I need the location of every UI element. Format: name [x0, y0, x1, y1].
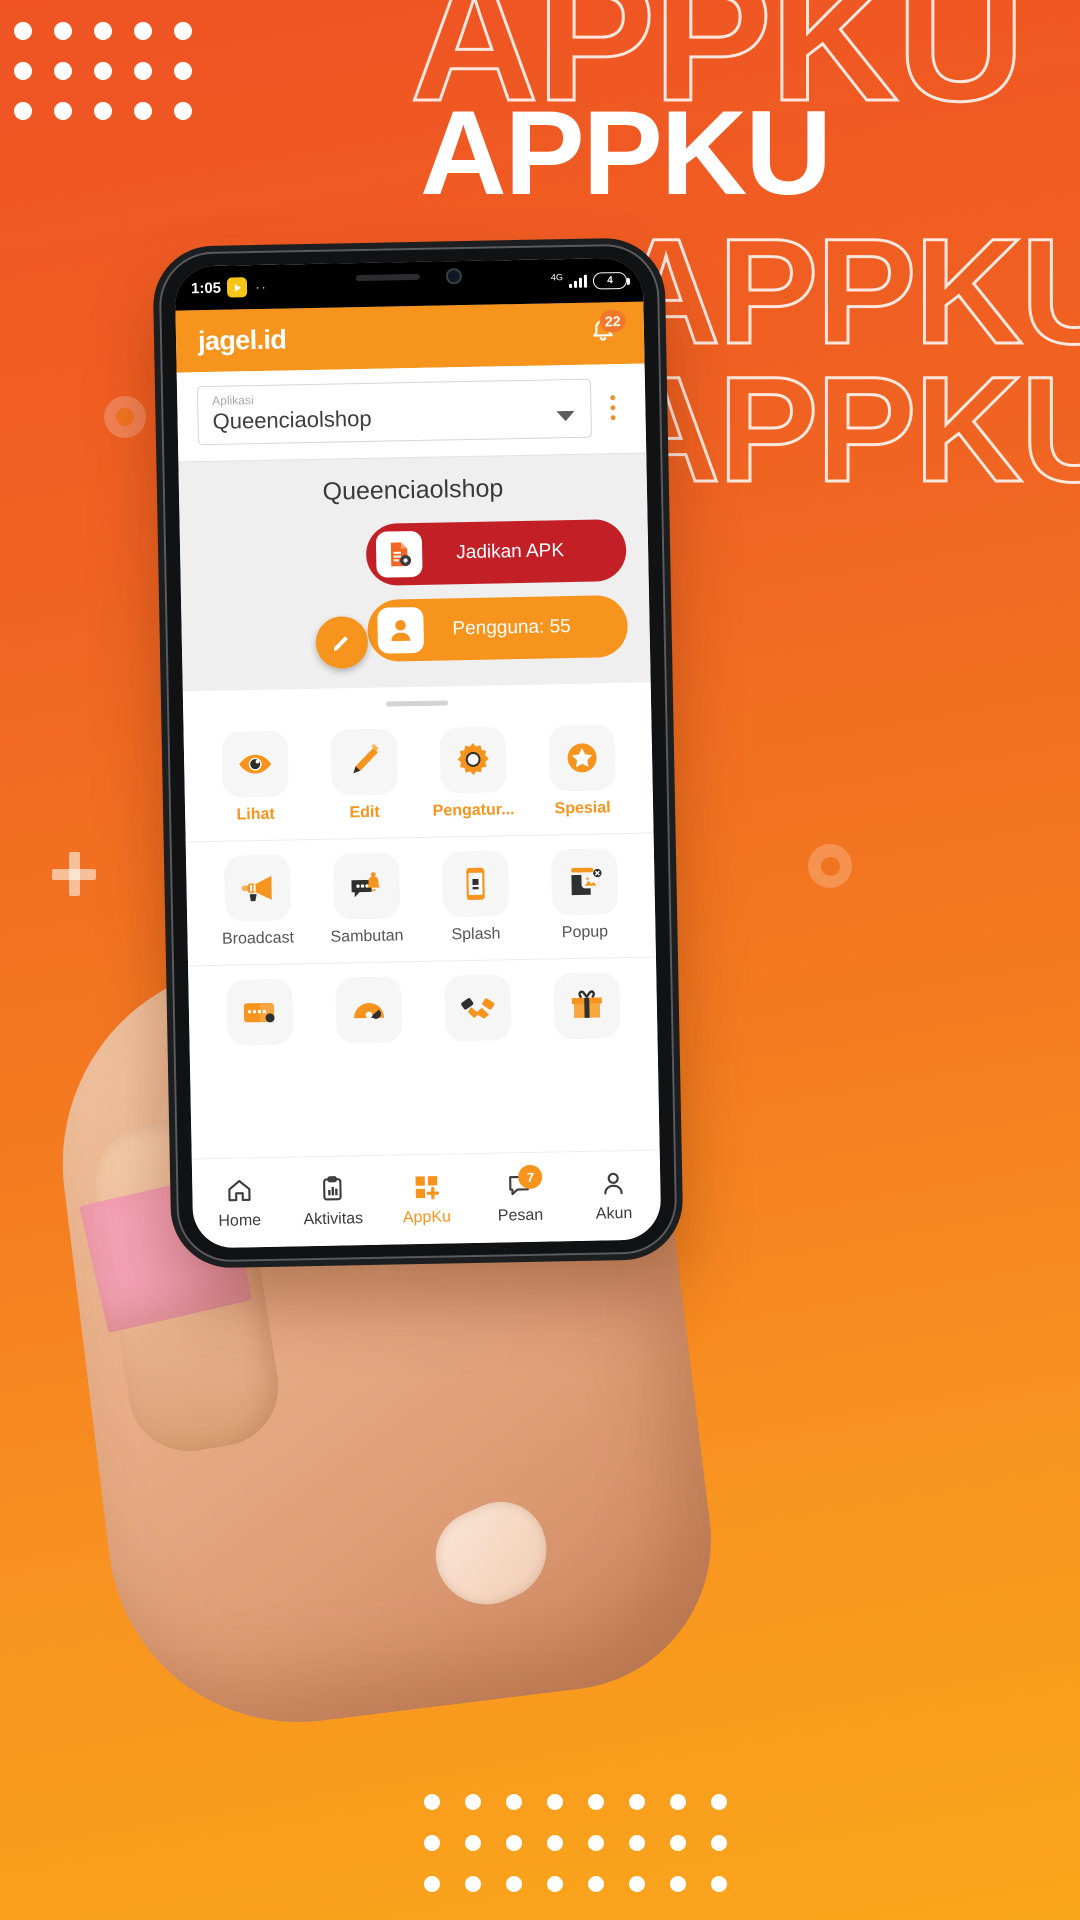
- notification-button[interactable]: 22: [588, 309, 626, 351]
- edit-thumbnail-button[interactable]: [315, 615, 369, 669]
- menu-row-2: Broadcast Sambutan Splash Popup: [185, 832, 656, 966]
- menu-item-splash[interactable]: Splash: [420, 850, 531, 945]
- nav-label: Pesan: [497, 1206, 544, 1225]
- menu-label: Sambutan: [330, 927, 404, 946]
- gift-icon: [552, 972, 621, 1040]
- app-actions: Jadikan APK Pengguna: 55: [365, 518, 629, 662]
- signal-bars-icon: [569, 274, 588, 289]
- app-card-body: Jadikan APK Pengguna: 55: [202, 518, 629, 669]
- menu-item-handshake[interactable]: [422, 974, 532, 1051]
- gear-icon: [439, 726, 507, 794]
- menu-item-pengaturan[interactable]: Pengatur...: [418, 726, 529, 821]
- kebab-menu-icon[interactable]: [591, 395, 633, 421]
- nav-item-pesan[interactable]: 7 Pesan: [473, 1164, 568, 1226]
- user-icon: [377, 606, 425, 654]
- status-bar: 1:05 ·· 4G 4: [174, 257, 644, 311]
- nav-item-aktivitas[interactable]: Aktivitas: [286, 1173, 381, 1230]
- menu-label: Spesial: [554, 799, 611, 818]
- phone-device: 1:05 ·· 4G 4 jagel.id 22 Aplikasi Queenc…: [158, 243, 678, 1263]
- menu-item-gift[interactable]: [531, 972, 641, 1049]
- menu-label: Edit: [349, 803, 380, 822]
- chat-bell-icon: [332, 852, 400, 920]
- home-icon: [228, 1179, 251, 1202]
- menu-row-1: Lihat Edit Pengatur... Spesial: [183, 710, 653, 842]
- notch: [313, 260, 505, 294]
- app-name-title: Queenciaolshop: [322, 474, 504, 506]
- nav-item-home[interactable]: Home: [192, 1175, 287, 1232]
- app-selector-row: Aplikasi Queenciaolshop: [176, 363, 647, 462]
- gauge-icon: [334, 976, 403, 1044]
- nav-label: Home: [218, 1212, 262, 1230]
- nav-label: AppKu: [402, 1208, 452, 1227]
- nav-label: Aktivitas: [303, 1210, 364, 1229]
- chevron-down-icon[interactable]: [556, 410, 575, 422]
- grid-plus-icon: [415, 1176, 440, 1200]
- eye-icon: [221, 730, 289, 798]
- pencil-icon: [330, 728, 398, 796]
- menu-label: Popup: [561, 923, 609, 942]
- phone-splash-icon: [441, 850, 509, 918]
- app-select[interactable]: Aplikasi Queenciaolshop: [196, 378, 592, 446]
- menu-item-sambutan[interactable]: Sambutan: [311, 852, 422, 947]
- popup-image-icon: [550, 848, 618, 916]
- bottom-navigation: Home Aktivitas AppKu 7 Pesan Akun: [191, 1149, 662, 1249]
- menu-label: Broadcast: [221, 929, 295, 948]
- menu-item-broadcast[interactable]: Broadcast: [202, 854, 313, 949]
- menu-row-3: [188, 956, 658, 1072]
- star-circle-icon: [547, 724, 616, 792]
- pesan-badge: 7: [518, 1164, 543, 1190]
- status-bar-right: 4G 4: [550, 271, 628, 290]
- app-thumbnail-wrap: [202, 524, 369, 669]
- menu-label: Lihat: [236, 805, 275, 824]
- apk-file-icon: [375, 530, 423, 578]
- menu-item-wallet[interactable]: [204, 978, 314, 1055]
- handshake-icon: [443, 974, 512, 1042]
- menu-grid-section: Lihat Edit Pengatur... Spesial Broadcast…: [182, 682, 660, 1159]
- phone-screen: 1:05 ·· 4G 4 jagel.id 22 Aplikasi Queenc…: [174, 257, 662, 1249]
- menu-item-edit[interactable]: Edit: [309, 728, 420, 823]
- network-type-label: 4G: [550, 272, 563, 283]
- battery-icon: 4: [592, 271, 628, 290]
- notification-badge: 22: [599, 309, 626, 333]
- users-button[interactable]: Pengguna: 55: [367, 594, 629, 662]
- clipboard-chart-icon: [323, 1176, 343, 1201]
- front-camera: [445, 268, 463, 285]
- users-label: Pengguna: 55: [452, 616, 571, 640]
- megaphone-icon: [223, 854, 291, 922]
- menu-item-popup[interactable]: Popup: [529, 848, 640, 943]
- nav-item-appku[interactable]: AppKu: [379, 1171, 474, 1228]
- status-bar-left: 1:05 ··: [191, 277, 267, 298]
- menu-item-lihat[interactable]: Lihat: [200, 730, 311, 825]
- wallet-card-icon: [225, 978, 294, 1046]
- person-icon: [604, 1172, 623, 1195]
- app-logo: jagel.id: [197, 323, 287, 356]
- app-summary-card: Queenciaolshop Jadikan APK Pengguna: 55: [178, 452, 651, 692]
- menu-item-spesial[interactable]: Spesial: [527, 724, 638, 819]
- menu-item-gauge[interactable]: [313, 976, 423, 1053]
- nav-item-akun[interactable]: Akun: [566, 1167, 661, 1224]
- sheet-drag-handle[interactable]: [386, 700, 449, 707]
- app-header: jagel.id 22: [175, 301, 645, 373]
- pencil-icon: [333, 636, 348, 651]
- make-apk-button[interactable]: Jadikan APK: [365, 518, 627, 586]
- make-apk-label: Jadikan APK: [456, 540, 565, 564]
- earpiece-speaker: [355, 273, 420, 282]
- status-overflow-dots: ··: [254, 278, 268, 296]
- menu-label: Pengatur...: [432, 801, 515, 820]
- status-time: 1:05: [190, 279, 222, 297]
- menu-label: Splash: [451, 925, 501, 944]
- play-icon: [226, 277, 248, 298]
- nav-label: Akun: [595, 1204, 633, 1223]
